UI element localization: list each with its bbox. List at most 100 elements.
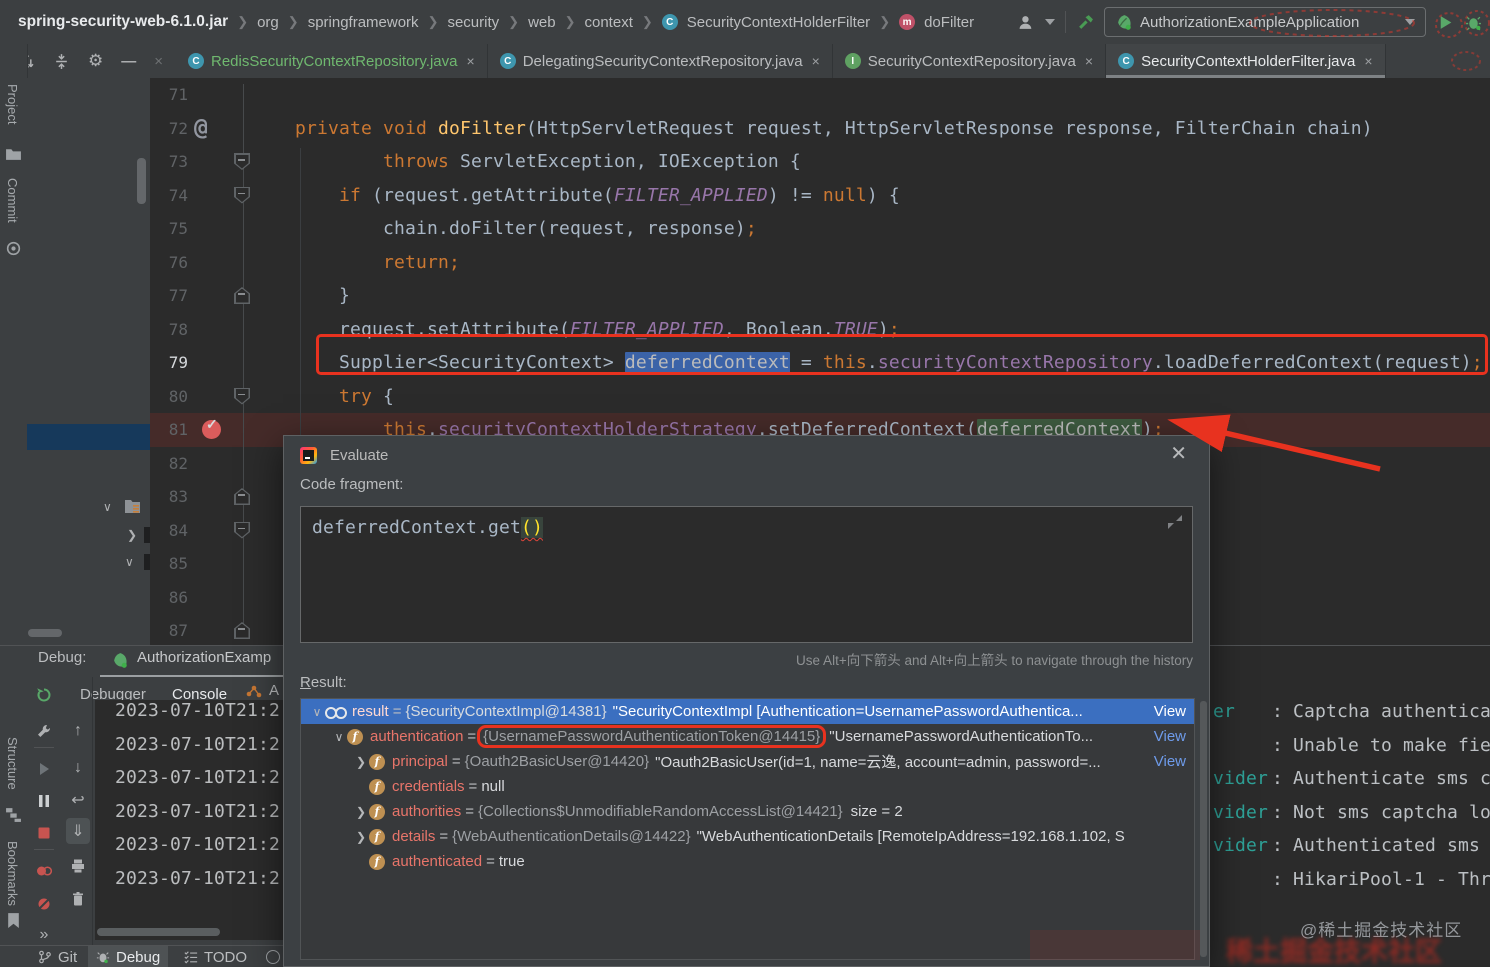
- close-icon[interactable]: ×: [812, 53, 820, 69]
- folder-icon[interactable]: [5, 146, 22, 163]
- line-number[interactable]: 73: [150, 145, 188, 179]
- rerun-icon[interactable]: [27, 682, 61, 708]
- tab-partial-label[interactable]: A: [269, 682, 279, 699]
- bottom-item-debug[interactable]: Debug: [88, 946, 168, 967]
- up-icon[interactable]: ↑: [61, 718, 95, 744]
- chevron-down-icon[interactable]: ∨: [331, 730, 347, 744]
- structure-icon[interactable]: [5, 806, 22, 823]
- breadcrumb-item[interactable]: SecurityContextHolderFilter: [687, 14, 870, 31]
- breadcrumb-item[interactable]: doFilter: [924, 14, 974, 31]
- breadcrumb-item[interactable]: context: [585, 14, 633, 31]
- clock-icon[interactable]: [266, 950, 280, 964]
- scroll-to-end-icon[interactable]: ⇓: [66, 818, 90, 844]
- variable-row[interactable]: ❯fdetails={WebAuthenticationDetails@1442…: [301, 824, 1194, 849]
- fold-marker-icon[interactable]: [234, 522, 250, 539]
- variable-row[interactable]: ∨fauthentication={UsernamePasswordAuthen…: [301, 724, 1194, 749]
- line-number[interactable]: 81: [150, 413, 188, 447]
- package-folder-icon[interactable]: [124, 498, 141, 513]
- print-icon[interactable]: [61, 853, 95, 879]
- line-number[interactable]: 75: [150, 212, 188, 246]
- bookmark-icon[interactable]: [5, 912, 22, 929]
- gear-icon[interactable]: ⚙: [88, 51, 103, 71]
- line-number[interactable]: 87: [150, 614, 188, 645]
- settings-wrench-icon[interactable]: [27, 718, 61, 744]
- chevron-right-icon[interactable]: ❯: [353, 755, 369, 769]
- fold-marker-icon[interactable]: [234, 388, 250, 405]
- line-number[interactable]: 77: [150, 279, 188, 313]
- stop-icon[interactable]: [27, 820, 61, 846]
- close-icon[interactable]: ×: [1364, 53, 1372, 69]
- run-configuration-select[interactable]: AuthorizationExampleApplication: [1104, 7, 1426, 37]
- editor-tab[interactable]: CDelegatingSecurityContextRepository.jav…: [488, 44, 833, 78]
- down-icon[interactable]: ↓: [61, 755, 95, 781]
- sidebar-item-structure[interactable]: Structure: [5, 737, 20, 790]
- close-icon[interactable]: ×: [1085, 53, 1093, 69]
- fold-marker-icon[interactable]: [234, 287, 250, 304]
- bottom-item-git[interactable]: Git: [30, 946, 85, 967]
- variable-row[interactable]: ❯fprincipal={Oauth2BasicUser@14420}"Oaut…: [301, 749, 1194, 774]
- editor-tab[interactable]: CSecurityContextHolderFilter.java×: [1106, 44, 1385, 78]
- chevron-right-icon[interactable]: ❯: [127, 528, 137, 542]
- breadcrumb-item[interactable]: web: [528, 14, 556, 31]
- debug-session-tab[interactable]: AuthorizationExamp: [137, 649, 271, 666]
- resume-icon[interactable]: [27, 756, 61, 782]
- line-number[interactable]: 86: [150, 581, 188, 615]
- fold-marker-icon[interactable]: [234, 187, 250, 204]
- line-number[interactable]: 80: [150, 380, 188, 414]
- variable-row[interactable]: ∨result={SecurityContextImpl@14381}"Secu…: [301, 699, 1194, 724]
- variable-row[interactable]: fcredentials=null: [301, 774, 1194, 799]
- console-output[interactable]: 2023-07-10T21:22023-07-10T21:22023-07-10…: [95, 700, 283, 940]
- chevron-down-icon[interactable]: ∨: [103, 500, 112, 514]
- variable-row[interactable]: fauthenticated=true: [301, 849, 1194, 874]
- chevron-right-icon[interactable]: ❯: [353, 830, 369, 844]
- line-number[interactable]: 71: [150, 78, 188, 112]
- view-link[interactable]: View: [1154, 703, 1194, 720]
- line-number[interactable]: 76: [150, 246, 188, 280]
- line-number[interactable]: 84: [150, 514, 188, 548]
- editor-tab[interactable]: ISecurityContextRepository.java×: [833, 44, 1106, 78]
- editor-tab[interactable]: CRedisSecurityContextRepository.java×: [176, 44, 488, 78]
- fold-marker-icon[interactable]: [234, 622, 250, 639]
- breakpoint-icon[interactable]: [202, 420, 221, 439]
- project-selected-row[interactable]: [27, 424, 150, 450]
- clear-icon[interactable]: [61, 886, 95, 912]
- view-link[interactable]: View: [1154, 728, 1194, 745]
- breadcrumb-item[interactable]: org: [257, 14, 279, 31]
- result-tree-scrollbar[interactable]: [1200, 701, 1207, 957]
- more-icon[interactable]: »: [27, 922, 61, 945]
- line-number[interactable]: 74: [150, 179, 188, 213]
- line-number[interactable]: 79: [150, 346, 188, 380]
- fold-marker-icon[interactable]: [234, 153, 250, 170]
- line-number[interactable]: 82: [150, 447, 188, 481]
- breadcrumb-item[interactable]: spring-security-web-6.1.0.jar: [18, 13, 228, 31]
- sidebar-item-bookmarks[interactable]: Bookmarks: [5, 841, 20, 906]
- breadcrumb-item[interactable]: springframework: [308, 14, 419, 31]
- close-icon[interactable]: ✕: [1170, 441, 1187, 466]
- mute-breakpoints-icon[interactable]: [27, 891, 61, 917]
- pause-icon[interactable]: [27, 788, 61, 814]
- build-hammer-icon[interactable]: [1076, 13, 1094, 31]
- view-breakpoints-icon[interactable]: [27, 858, 61, 884]
- project-hscrollbar[interactable]: [28, 629, 62, 637]
- console-hscrollbar[interactable]: [97, 928, 220, 936]
- breadcrumb-item[interactable]: security: [447, 14, 499, 31]
- collapse-icon[interactable]: [1168, 515, 1182, 529]
- sidebar-item-commit[interactable]: Commit: [5, 178, 20, 223]
- expression-input[interactable]: deferredContext.get(): [300, 506, 1193, 643]
- line-number[interactable]: 83: [150, 480, 188, 514]
- collapse-all-icon[interactable]: [52, 52, 70, 70]
- user-account-icon[interactable]: [1017, 13, 1035, 31]
- chevron-right-icon[interactable]: ❯: [353, 805, 369, 819]
- debug-button[interactable]: [1464, 13, 1482, 31]
- variable-row[interactable]: ❯fauthorities={Collections$UnmodifiableR…: [301, 799, 1194, 824]
- run-button[interactable]: [1436, 13, 1454, 31]
- line-number[interactable]: 78: [150, 313, 188, 347]
- fold-marker-icon[interactable]: [234, 488, 250, 505]
- close-icon[interactable]: ×: [467, 53, 475, 69]
- hide-panel-icon[interactable]: —: [121, 53, 136, 70]
- view-link[interactable]: View: [1154, 753, 1194, 770]
- bottom-item-todo[interactable]: TODO: [176, 946, 255, 967]
- user-dropdown-caret[interactable]: [1045, 19, 1055, 25]
- project-scrollbar[interactable]: [137, 158, 146, 204]
- sidebar-item-project[interactable]: Project: [5, 84, 20, 124]
